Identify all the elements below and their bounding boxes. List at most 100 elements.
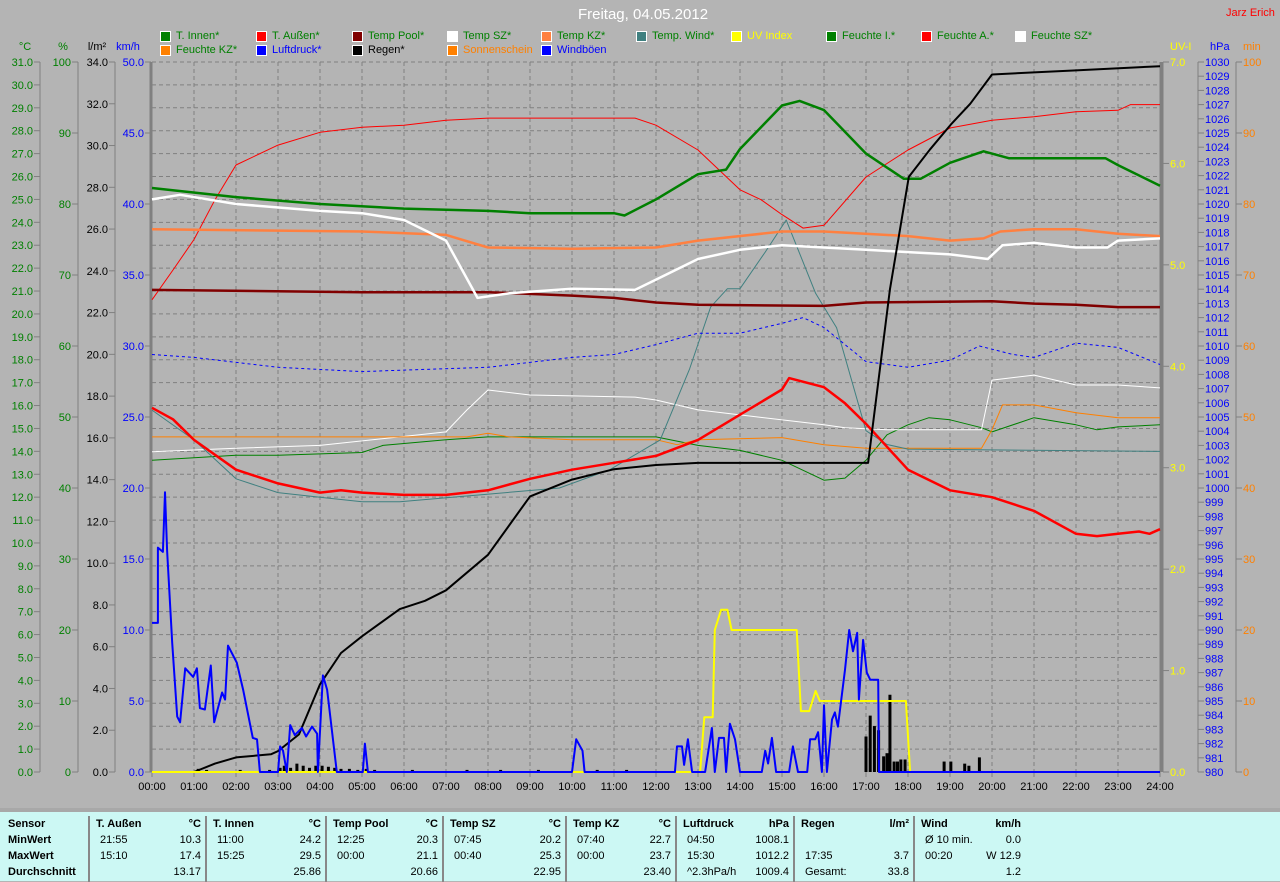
tick-label-temp: 26.0 <box>12 172 33 184</box>
tick-label-press: 1001 <box>1205 469 1229 481</box>
stats-unit: km/h <box>995 818 1021 830</box>
legend-label: Regen* <box>368 44 405 56</box>
tick-label-rain: 2.0 <box>93 725 108 737</box>
stats-header: T. Innen <box>213 818 254 830</box>
tick-label-press: 1008 <box>1205 369 1229 381</box>
stats-value: 0.0 <box>1005 834 1021 846</box>
tick-label-press: 995 <box>1205 554 1223 566</box>
tick-label-temp: 8.0 <box>18 584 33 596</box>
tick-label-sun: 90 <box>1243 128 1255 140</box>
stats-value: W 12.9 <box>986 850 1021 862</box>
legend-item: Luftdruck* <box>256 44 322 56</box>
legend-item: T. Innen* <box>160 30 219 42</box>
tick-label-rain: 32.0 <box>87 99 108 111</box>
axis-unit-hum: % <box>58 41 68 53</box>
stats-header: Temp Pool <box>333 818 389 830</box>
x-tick-label: 23:00 <box>1104 781 1132 793</box>
tick-label-press: 1014 <box>1205 284 1229 296</box>
tick-label-rain: 4.0 <box>93 683 108 695</box>
tick-label-press: 982 <box>1205 739 1223 751</box>
legend-item: Temp KZ* <box>541 30 605 42</box>
tick-label-press: 991 <box>1205 611 1223 623</box>
tick-label-rain: 10.0 <box>87 558 108 570</box>
rain-bar <box>872 726 876 772</box>
stats-value <box>28 848 82 864</box>
tick-label-uv: 7.0 <box>1170 57 1185 69</box>
legend-item: Temp Pool* <box>352 30 424 42</box>
legend-swatch-icon <box>447 44 458 56</box>
stats-header: T. Außen <box>96 818 142 830</box>
stats-value: 13.17 <box>173 866 201 878</box>
tick-label-temp: 25.0 <box>12 194 33 206</box>
tick-label-temp: 1.0 <box>18 744 33 756</box>
legend-swatch-icon <box>541 44 552 56</box>
stats-unit <box>48 816 82 832</box>
legend-item: Windböen <box>541 44 607 56</box>
tick-label-press: 996 <box>1205 540 1223 552</box>
tick-label-temp: 5.0 <box>18 652 33 664</box>
tick-label-temp: 16.0 <box>12 401 33 413</box>
tick-label-press: 1029 <box>1205 71 1229 83</box>
tick-label-rain: 0.0 <box>93 767 108 779</box>
tick-label-temp: 14.0 <box>12 446 33 458</box>
x-tick-label: 02:00 <box>222 781 250 793</box>
stats-value: 23.7 <box>649 850 671 862</box>
chart-title: Freitag, 04.05.2012 <box>577 6 709 23</box>
rain-bar <box>885 753 889 772</box>
x-tick-label: 16:00 <box>810 781 838 793</box>
legend-item: Sonnenschein <box>447 44 533 56</box>
tick-label-rain: 22.0 <box>87 308 108 320</box>
tick-label-press: 1004 <box>1205 426 1229 438</box>
tick-label-wind: 35.0 <box>123 270 144 282</box>
stats-header: Luftdruck <box>683 818 734 830</box>
legend-swatch-icon <box>636 30 647 42</box>
x-tick-label: 11:00 <box>601 781 628 793</box>
tick-label-press: 1018 <box>1205 227 1229 239</box>
stats-value: 23.40 <box>643 866 671 878</box>
tick-label-press: 1009 <box>1205 355 1229 367</box>
tick-label-press: 988 <box>1205 653 1223 665</box>
legend-label: Temp KZ* <box>557 30 606 42</box>
tick-label-temp: 7.0 <box>18 607 33 619</box>
stats-value: 3.7 <box>893 850 909 862</box>
stats-value: 20.66 <box>410 866 438 878</box>
stats-column: Wind km/h Ø 10 min. 0.0 00:20 W 12.9 1.2 <box>913 816 1027 882</box>
tick-label-hum: 20 <box>59 625 71 637</box>
stats-value: 1.2 <box>1005 866 1021 878</box>
tick-label-uv: 3.0 <box>1170 463 1185 475</box>
statistics-table: Sensor MinWert MaxWert Durchschnitt T. Außen… <box>0 808 1280 882</box>
axis-unit-uv: UV-I <box>1170 41 1191 53</box>
tick-label-press: 1000 <box>1205 483 1229 495</box>
tick-label-sun: 80 <box>1243 199 1255 211</box>
rain-bar <box>888 694 892 772</box>
stats-unit: °C <box>308 818 321 830</box>
legend-label: UV Index <box>747 30 793 42</box>
tick-label-press: 984 <box>1205 710 1223 722</box>
tick-label-wind: 10.0 <box>123 625 144 637</box>
tick-label-press: 993 <box>1205 582 1223 594</box>
tick-label-sun: 70 <box>1243 270 1255 282</box>
tick-label-temp: 19.0 <box>12 332 33 344</box>
legend-item: Feuchte A.* <box>921 30 994 42</box>
stats-value: 1012.2 <box>755 850 789 862</box>
legend-label: T. Außen* <box>272 30 320 42</box>
stats-value: 21.1 <box>416 850 438 862</box>
legend-swatch-icon <box>352 30 363 42</box>
stats-column: Temp Pool °C 12:25 20.3 00:00 21.1 20.66 <box>325 816 444 882</box>
axis-unit-temp: °C <box>19 41 31 53</box>
legend-swatch-icon <box>352 44 363 56</box>
tick-label-press: 1024 <box>1205 142 1229 154</box>
x-tick-label: 06:00 <box>390 781 418 793</box>
tick-label-press: 1007 <box>1205 384 1229 396</box>
tick-label-press: 1021 <box>1205 185 1229 197</box>
tick-label-hum: 100 <box>53 57 71 69</box>
tick-label-rain: 24.0 <box>87 266 108 278</box>
stats-value: 25.86 <box>293 866 321 878</box>
tick-label-press: 1016 <box>1205 256 1229 268</box>
tick-label-press: 1028 <box>1205 85 1229 97</box>
stats-header: Regen <box>801 818 835 830</box>
tick-label-press: 1023 <box>1205 156 1229 168</box>
legend-swatch-icon <box>826 30 837 42</box>
tick-label-press: 1025 <box>1205 128 1229 140</box>
tick-label-temp: 28.0 <box>12 126 33 138</box>
